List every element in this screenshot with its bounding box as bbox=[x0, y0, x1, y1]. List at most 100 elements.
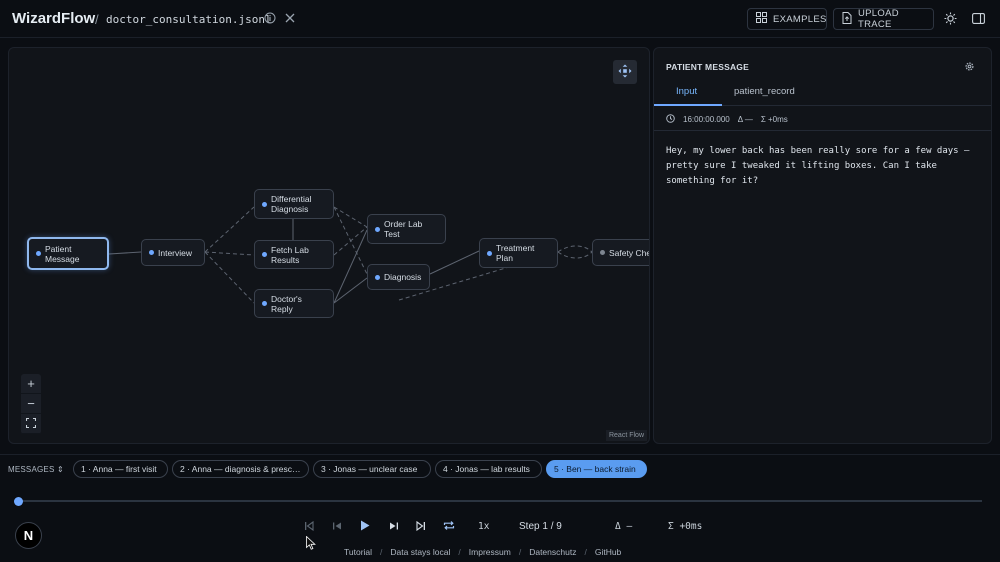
avatar[interactable]: N bbox=[15, 522, 42, 549]
edge-treatment-safety-b bbox=[557, 251, 593, 259]
edge-interview-fetch bbox=[204, 251, 255, 256]
node-safety-check[interactable]: Safety Che bbox=[592, 239, 650, 266]
file-name: doctor_consultation.jsonl bbox=[106, 13, 272, 26]
edge-patient-interview bbox=[108, 251, 142, 255]
detail-panel: PATIENT MESSAGE Input patient_record 16:… bbox=[653, 47, 992, 444]
edge-interview-differential bbox=[204, 206, 255, 253]
play-icon bbox=[360, 520, 370, 534]
message-chip[interactable]: 3 · Jonas — unclear case bbox=[313, 460, 431, 478]
step-back-icon bbox=[332, 521, 342, 534]
fullscreen-button[interactable] bbox=[21, 414, 41, 434]
panel-tabs: Input patient_record bbox=[654, 82, 991, 106]
upload-trace-label: UPLOAD TRACE bbox=[858, 8, 899, 30]
footer-separator: / bbox=[380, 547, 383, 557]
panel-title: PATIENT MESSAGE bbox=[666, 62, 749, 72]
play-button[interactable] bbox=[358, 520, 372, 534]
step-forward-icon bbox=[389, 521, 399, 534]
breadcrumb-separator: / bbox=[95, 12, 99, 27]
node-fetch-lab-results[interactable]: Fetch Lab Results bbox=[254, 240, 334, 269]
step-sum: Σ +0ms bbox=[668, 521, 703, 532]
fit-view-button[interactable] bbox=[613, 60, 637, 84]
step-forward-button[interactable] bbox=[387, 520, 401, 534]
close-icon[interactable] bbox=[285, 12, 295, 26]
grid-icon bbox=[756, 12, 767, 26]
edge-interview-reply bbox=[204, 251, 255, 304]
loop-button[interactable] bbox=[442, 520, 456, 534]
footer-separator: / bbox=[458, 547, 461, 557]
footer-link-tutorial[interactable]: Tutorial bbox=[344, 547, 372, 557]
react-flow-attribution[interactable]: React Flow bbox=[605, 430, 647, 441]
node-label: Order Lab Test bbox=[384, 219, 423, 239]
edge-reply-diagnosis bbox=[333, 277, 368, 304]
app-brand[interactable]: WizardFlow bbox=[12, 10, 95, 27]
node-label: Doctor's Reply bbox=[271, 293, 302, 314]
skip-end-button[interactable] bbox=[414, 520, 428, 534]
node-treatment-plan[interactable]: Treatment Plan bbox=[479, 238, 558, 268]
upload-trace-button[interactable]: UPLOAD TRACE bbox=[833, 8, 934, 30]
footer-link-datenschutz[interactable]: Datenschutz bbox=[529, 547, 576, 557]
footer-link-data-local[interactable]: Data stays local bbox=[390, 547, 450, 557]
examples-button[interactable]: EXAMPLES bbox=[747, 8, 827, 30]
step-back-button[interactable] bbox=[330, 520, 344, 534]
divider bbox=[654, 130, 991, 131]
node-diagnosis[interactable]: Diagnosis bbox=[367, 264, 430, 290]
skip-start-icon bbox=[304, 520, 314, 534]
footer-separator: / bbox=[518, 547, 522, 557]
meta-delta: Δ — bbox=[737, 115, 753, 124]
tab-input[interactable]: Input bbox=[676, 86, 697, 97]
edge-diagnosis-treatment bbox=[429, 250, 480, 275]
message-chip-active[interactable]: 5 · Ben — back strain bbox=[546, 460, 647, 478]
messages-label: MESSAGES bbox=[8, 465, 55, 474]
node-order-lab-test[interactable]: Order Lab Test bbox=[367, 214, 446, 244]
footer-link-github[interactable]: GitHub bbox=[595, 547, 621, 557]
message-content: Hey, my lower back has been really sore … bbox=[666, 146, 970, 186]
node-label: Diagnosis bbox=[384, 272, 422, 282]
skip-end-icon bbox=[416, 520, 426, 534]
tab-patient-record[interactable]: patient_record bbox=[734, 86, 795, 97]
fit-view-icon bbox=[618, 64, 632, 81]
message-chip[interactable]: 1 · Anna — first visit bbox=[73, 460, 168, 478]
gear-icon[interactable] bbox=[964, 61, 975, 75]
timeline-track[interactable] bbox=[19, 500, 982, 502]
skip-start-button[interactable] bbox=[302, 520, 316, 534]
message-chip[interactable]: 4 · Jonas — lab results bbox=[435, 460, 542, 478]
meta-sum: Σ +0ms bbox=[760, 115, 788, 124]
message-chip[interactable]: 2 · Anna — diagnosis & presc… bbox=[172, 460, 309, 478]
sidebar-icon[interactable] bbox=[972, 13, 985, 27]
zoom-in-button[interactable]: + bbox=[21, 374, 41, 394]
node-interview[interactable]: Interview bbox=[141, 239, 205, 266]
node-differential-diagnosis[interactable]: Differential Diagnosis bbox=[254, 189, 334, 219]
node-doctors-reply[interactable]: Doctor's Reply bbox=[254, 289, 334, 318]
fullscreen-icon bbox=[25, 416, 37, 431]
node-label: Interview bbox=[158, 247, 193, 258]
graph-canvas[interactable]: Patient Message Interview Differential D… bbox=[8, 47, 650, 444]
meta-timestamp: 16:00:00.000 bbox=[683, 115, 730, 124]
step-delta: Δ — bbox=[615, 521, 633, 532]
node-label: Safety Che bbox=[609, 247, 650, 258]
clock-icon bbox=[666, 114, 675, 125]
node-label: Differential Diagnosis bbox=[271, 194, 312, 214]
step-counter: Step 1 / 9 bbox=[519, 521, 562, 532]
timeline-thumb[interactable] bbox=[14, 497, 23, 506]
sort-icon: ⇕ bbox=[56, 465, 64, 474]
node-patient-message[interactable]: Patient Message bbox=[27, 237, 109, 270]
footer-links: Tutorial / Data stays local / Impressum … bbox=[344, 547, 621, 557]
footer-link-impressum[interactable]: Impressum bbox=[469, 547, 511, 557]
node-label: Patient Message bbox=[45, 243, 80, 264]
message-meta: 16:00:00.000 Δ — Σ +0ms bbox=[666, 114, 788, 125]
playback-bar: MESSAGES ⇕ 1 · Anna — first visit 2 · An… bbox=[0, 454, 1000, 562]
top-bar: WizardFlow / doctor_consultation.jsonl E… bbox=[0, 0, 1000, 38]
info-icon[interactable] bbox=[264, 12, 276, 27]
loop-icon bbox=[443, 520, 455, 534]
messages-selector[interactable]: MESSAGES ⇕ bbox=[8, 465, 64, 474]
examples-label: EXAMPLES bbox=[773, 13, 827, 25]
playback-rate[interactable]: 1x bbox=[478, 521, 489, 532]
mouse-cursor-icon bbox=[306, 535, 316, 553]
edge-treatment-safety-a bbox=[557, 245, 593, 253]
zoom-controls: + − bbox=[21, 374, 41, 434]
sun-icon[interactable] bbox=[944, 12, 957, 28]
upload-icon bbox=[842, 11, 852, 27]
zoom-out-button[interactable]: − bbox=[21, 394, 41, 414]
node-label: Treatment Plan bbox=[496, 243, 535, 263]
message-chips: 1 · Anna — first visit 2 · Anna — diagno… bbox=[73, 460, 647, 478]
